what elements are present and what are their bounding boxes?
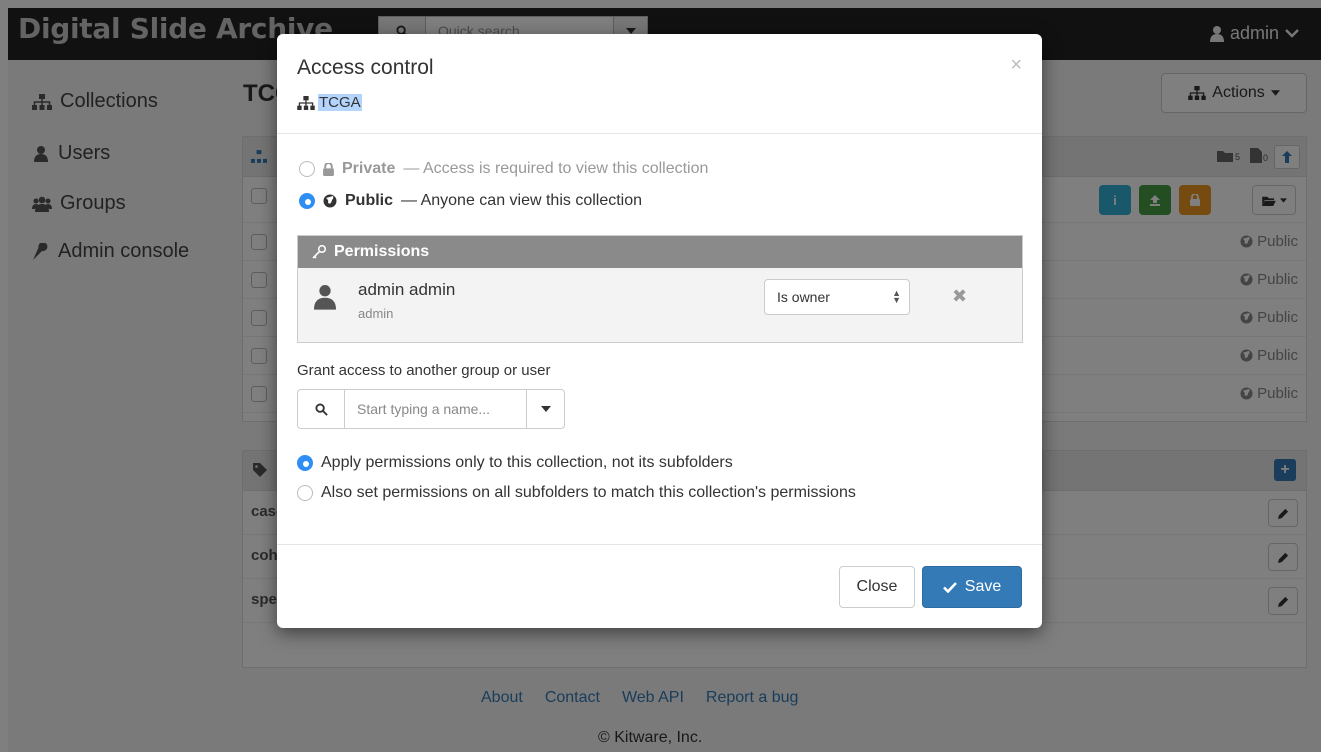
dialog-footer: Close Save (277, 544, 1042, 628)
check-icon (942, 581, 957, 593)
grant-access-search: Start typing a name... (297, 389, 565, 429)
public-label: Public (345, 192, 394, 209)
user-icon (314, 285, 336, 310)
close-icon[interactable]: × (1010, 54, 1022, 77)
apply-only-label: Apply permissions only to this collectio… (321, 454, 733, 471)
public-option[interactable]: Public — Anyone can view this collection (299, 192, 642, 210)
caret-down-icon (540, 406, 551, 412)
close-button[interactable]: Close (839, 566, 915, 608)
dialog-title: Access control (297, 56, 434, 79)
dialog-header: Access control TCGA × (277, 34, 1042, 134)
apply-only-radio[interactable] (297, 455, 313, 471)
access-control-dialog: Access control TCGA × Private — Access i… (277, 34, 1042, 628)
select-arrows-icon: ▲ ▼ (892, 288, 901, 305)
permissions-header: Permissions (298, 236, 1022, 268)
dialog-subject: TCGA (297, 94, 362, 111)
permission-level-select[interactable]: Is owner ▲ ▼ (764, 279, 910, 315)
dialog-subject-name: TCGA (318, 94, 362, 111)
search-icon (297, 389, 345, 429)
permission-entry: admin admin admin Is owner ▲ ▼ ✖ (298, 268, 1022, 342)
sitemap-icon (297, 95, 315, 110)
permission-user-name: admin admin (358, 280, 456, 299)
grant-access-input[interactable]: Start typing a name... (345, 389, 527, 429)
public-description: — Anyone can view this collection (401, 192, 643, 209)
private-radio[interactable] (299, 161, 315, 177)
private-option[interactable]: Private — Access is required to view thi… (299, 160, 708, 178)
save-button-label: Save (964, 578, 1002, 595)
save-button[interactable]: Save (922, 566, 1022, 608)
private-description: — Access is required to view this collec… (403, 160, 709, 177)
apply-recursive-option[interactable]: Also set permissions on all subfolders t… (297, 484, 856, 502)
globe-icon (323, 194, 337, 208)
apply-only-option[interactable]: Apply permissions only to this collectio… (297, 454, 733, 472)
permission-level-value: Is owner (777, 289, 830, 305)
lock-icon (323, 162, 334, 176)
grant-access-label: Grant access to another group or user (297, 362, 551, 379)
apply-recursive-label: Also set permissions on all subfolders t… (321, 484, 856, 501)
grant-access-mode-dropdown[interactable] (527, 389, 565, 429)
permission-user-login: admin (358, 306, 394, 321)
permissions-title: Permissions (334, 243, 430, 260)
key-icon (312, 245, 326, 259)
private-label: Private (342, 160, 396, 177)
apply-recursive-radio[interactable] (297, 485, 313, 501)
permissions-panel: Permissions admin admin admin Is owner ▲… (297, 235, 1023, 343)
public-radio[interactable] (299, 193, 315, 209)
remove-permission-icon[interactable]: ✖ (952, 286, 967, 307)
